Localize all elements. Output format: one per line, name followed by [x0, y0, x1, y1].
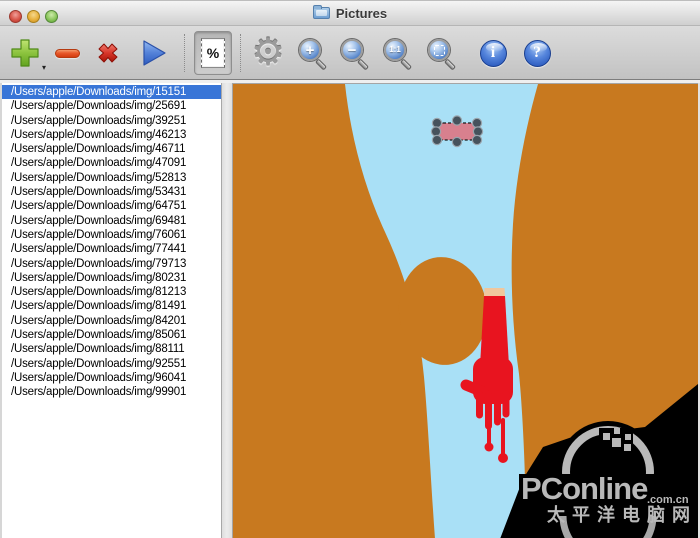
- zoom-actual-button[interactable]: 1:1: [382, 26, 414, 80]
- x-icon: [98, 43, 118, 63]
- toolbar-separator: [184, 34, 185, 72]
- file-list-item[interactable]: /Users/apple/Downloads/img/84201: [2, 314, 221, 328]
- file-path: /Users/apple/Downloads/img/47091: [11, 157, 187, 170]
- file-list-item[interactable]: /Users/apple/Downloads/img/77441: [2, 242, 221, 256]
- settings-button[interactable]: ⚙: [250, 26, 286, 80]
- zoom-in-button[interactable]: +: [297, 26, 329, 80]
- file-path: /Users/apple/Downloads/img/79713: [11, 257, 187, 270]
- minus-icon: [54, 48, 80, 58]
- toolbar: ▾ % ⚙ + − 1:1 i ?: [0, 26, 700, 80]
- file-path: /Users/apple/Downloads/img/25691: [11, 100, 187, 113]
- selection-handle[interactable]: [471, 134, 483, 146]
- play-button[interactable]: [138, 26, 170, 80]
- selection-handle[interactable]: [431, 134, 443, 146]
- file-list-item[interactable]: /Users/apple/Downloads/img/80231: [2, 271, 221, 285]
- help-button[interactable]: ?: [521, 26, 553, 80]
- watermark-chinese-text: 太平洋电脑网: [547, 504, 697, 525]
- file-path: /Users/apple/Downloads/img/80231: [11, 271, 187, 284]
- titlebar: Pictures: [0, 0, 700, 26]
- dropdown-caret-icon: ▾: [41, 63, 46, 72]
- gear-icon: ⚙: [250, 32, 286, 74]
- selection-handle[interactable]: [471, 117, 483, 129]
- plus-icon: [11, 39, 39, 67]
- delete-button[interactable]: [92, 26, 124, 80]
- info-button[interactable]: i: [477, 26, 509, 80]
- selection-handle[interactable]: [472, 126, 484, 137]
- file-list-item[interactable]: /Users/apple/Downloads/img/92551: [2, 357, 221, 371]
- content-area: /Users/apple/Downloads/img/15151 /Users/…: [0, 80, 700, 538]
- title-group: Pictures: [0, 1, 700, 25]
- zoom-out-button[interactable]: −: [339, 26, 371, 80]
- file-path: /Users/apple/Downloads/img/96041: [11, 371, 187, 384]
- file-path: /Users/apple/Downloads/img/69481: [11, 214, 187, 227]
- toolbar-separator: [240, 34, 241, 72]
- file-list-item[interactable]: /Users/apple/Downloads/img/79713: [2, 257, 221, 271]
- selection-handle[interactable]: [451, 136, 463, 148]
- add-button[interactable]: ▾: [6, 26, 46, 80]
- file-path: /Users/apple/Downloads/img/85061: [11, 329, 187, 342]
- file-list-item[interactable]: /Users/apple/Downloads/img/47091: [2, 156, 221, 170]
- file-list-item[interactable]: /Users/apple/Downloads/img/81213: [2, 285, 221, 299]
- selection-handle[interactable]: [451, 115, 463, 126]
- file-path: /Users/apple/Downloads/img/46213: [11, 128, 187, 141]
- file-path: /Users/apple/Downloads/img/46711: [11, 143, 186, 156]
- file-list-item[interactable]: /Users/apple/Downloads/img/69481: [2, 214, 221, 228]
- remove-button[interactable]: [52, 26, 82, 80]
- wrist-skin-band: [484, 288, 505, 296]
- illustration: PConline .com.cn 太平洋电脑网: [233, 84, 698, 538]
- file-list-item[interactable]: /Users/apple/Downloads/img/76061: [2, 228, 221, 242]
- file-path: /Users/apple/Downloads/img/52813: [11, 171, 187, 184]
- percent-zoom-button[interactable]: %: [194, 31, 232, 75]
- help-icon: ?: [523, 39, 551, 67]
- file-list-item[interactable]: /Users/apple/Downloads/img/39251: [2, 114, 221, 128]
- file-list[interactable]: /Users/apple/Downloads/img/15151 /Users/…: [0, 83, 222, 538]
- zoom-fit-icon: [427, 37, 457, 71]
- file-list-item[interactable]: /Users/apple/Downloads/img/96041: [2, 371, 221, 385]
- file-path: /Users/apple/Downloads/img/39251: [11, 114, 187, 127]
- file-list-item[interactable]: /Users/apple/Downloads/img/85061: [2, 328, 221, 342]
- file-path: /Users/apple/Downloads/img/99901: [11, 386, 187, 399]
- percent-icon: %: [201, 38, 225, 68]
- file-list-item[interactable]: /Users/apple/Downloads/img/25691: [2, 99, 221, 113]
- file-list-item[interactable]: /Users/apple/Downloads/img/46213: [2, 128, 221, 142]
- file-list-item[interactable]: /Users/apple/Downloads/img/81491: [2, 299, 221, 313]
- file-list-item[interactable]: /Users/apple/Downloads/img/64751: [2, 199, 221, 213]
- image-canvas[interactable]: PConline .com.cn 太平洋电脑网: [232, 83, 698, 538]
- zoom-fit-button[interactable]: [426, 26, 458, 80]
- info-icon: i: [479, 39, 507, 67]
- zoom-out-icon: −: [340, 37, 370, 71]
- file-list-item[interactable]: /Users/apple/Downloads/img/15151: [2, 85, 221, 100]
- app-window: Pictures ▾ % ⚙ + − 1:1 i ? /Users/apple/…: [0, 0, 700, 538]
- watermark-brand-text: PConline: [521, 471, 648, 506]
- file-path: /Users/apple/Downloads/img/84201: [11, 314, 187, 327]
- selection-handle[interactable]: [430, 126, 442, 137]
- file-path: /Users/apple/Downloads/img/76061: [11, 228, 187, 241]
- play-icon: [143, 40, 166, 66]
- file-path: /Users/apple/Downloads/img/64751: [11, 200, 187, 213]
- file-path: /Users/apple/Downloads/img/77441: [11, 243, 187, 256]
- file-list-item[interactable]: /Users/apple/Downloads/img/53431: [2, 185, 221, 199]
- file-path: /Users/apple/Downloads/img/53431: [11, 186, 187, 199]
- file-list-item[interactable]: /Users/apple/Downloads/img/99901: [2, 385, 221, 399]
- file-path: /Users/apple/Downloads/img/88111: [11, 343, 185, 356]
- window-title: Pictures: [335, 5, 388, 21]
- file-path: /Users/apple/Downloads/img/15151: [11, 86, 187, 98]
- file-path: /Users/apple/Downloads/img/81491: [11, 300, 187, 313]
- file-list-item[interactable]: /Users/apple/Downloads/img/88111: [2, 342, 221, 356]
- selection-handle[interactable]: [431, 117, 443, 129]
- selected-object-group: [430, 115, 484, 148]
- file-path: /Users/apple/Downloads/img/81213: [11, 286, 187, 299]
- file-list-item[interactable]: /Users/apple/Downloads/img/52813: [2, 171, 221, 185]
- panel-divider[interactable]: [222, 83, 232, 538]
- zoom-actual-icon: 1:1: [383, 37, 413, 71]
- folder-icon: [312, 5, 330, 19]
- file-list-item[interactable]: /Users/apple/Downloads/img/46711: [2, 142, 221, 156]
- zoom-in-icon: +: [298, 37, 328, 71]
- file-path: /Users/apple/Downloads/img/92551: [11, 357, 187, 370]
